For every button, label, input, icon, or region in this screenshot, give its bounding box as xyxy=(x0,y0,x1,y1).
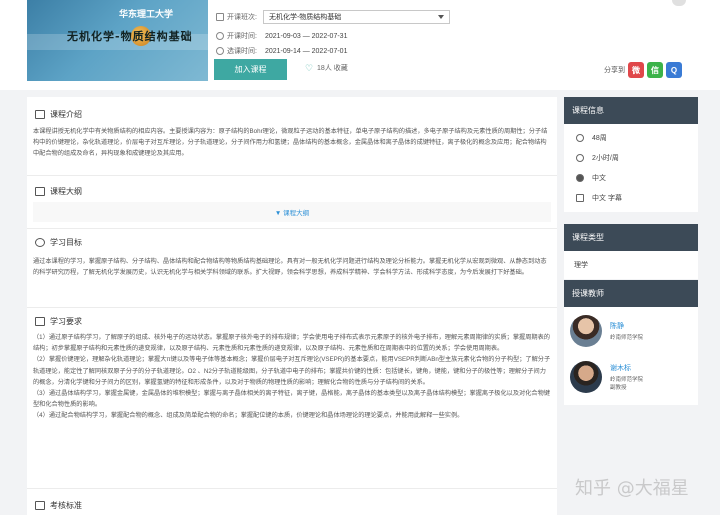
grid-icon xyxy=(35,187,45,196)
clock-icon xyxy=(216,47,224,55)
favorite-button[interactable]: ♡ 18人 收藏 xyxy=(305,63,348,73)
teacher-info: 陈静 岭南师范学院 xyxy=(610,321,643,341)
info-item-hours: 2小时/周 xyxy=(564,148,698,168)
requirement-item: （2）掌握价键理论，理解杂化轨道理论；掌握大π键以及等电子体等基本概念；掌握价层… xyxy=(33,356,551,386)
divider xyxy=(27,307,557,308)
requirement-item: （4）通过配合物结构学习，掌握配合物的概念、组成及简单配合物的命名；掌握配位键的… xyxy=(33,412,464,420)
intro-body: 本课程讲授无机化学中有关物质结构的相应内容。主要授课内容为：原子结构的Bohr理… xyxy=(33,128,548,158)
favorite-count: 18人 收藏 xyxy=(317,65,348,72)
class-row: 开课班次: 无机化学-物质结构基础 xyxy=(216,10,450,24)
info-hours-text: 2小时/周 xyxy=(592,155,619,162)
outline-heading: 课程大纲 xyxy=(35,186,82,197)
qzone-icon[interactable]: Q xyxy=(666,62,682,78)
share-label: 分享到 xyxy=(604,67,625,74)
course-type-card: 课程类型 理学 xyxy=(564,224,698,279)
globe-icon xyxy=(576,174,584,182)
course-main-panel: 课程介绍 本课程讲授无机化学中有关物质结构的相应内容。主要授课内容为：原子结构的… xyxy=(27,97,557,515)
info-item-weeks: 48周 xyxy=(564,128,698,148)
clock-icon xyxy=(576,134,584,142)
info-weeks-text: 48周 xyxy=(592,135,607,142)
teacher-list: 陈静 岭南师范学院 谢木标 岭南师范学院 副教授 xyxy=(564,307,698,405)
intro-heading: 课程介绍 xyxy=(35,109,82,120)
class-label: 开课班次: xyxy=(227,14,257,21)
monitor-icon xyxy=(216,13,224,21)
avatar xyxy=(570,361,602,393)
wechat-icon[interactable]: 信 xyxy=(647,62,663,78)
intro-title: 课程介绍 xyxy=(50,110,82,119)
teacher-name[interactable]: 谢木标 xyxy=(610,363,643,373)
teacher-org: 岭南师范学院 xyxy=(610,335,644,341)
watermark-text: 知乎 @大福星 xyxy=(575,478,689,499)
divider xyxy=(27,228,557,229)
course-cover-image: 华东理工大学 无机化学-物质结构基础 xyxy=(27,0,208,81)
course-info-list: 48周 2小时/周 中文 中文 字幕 xyxy=(564,124,698,212)
requirements-body: （1）通过原子结构学习，了解原子的组成、核外电子的运动状态。掌握原子核外电子的排… xyxy=(33,332,551,422)
goal-heading: 学习目标 xyxy=(35,237,82,248)
class-select-value: 无机化学-物质结构基础 xyxy=(268,14,342,21)
teachers-title: 授课教师 xyxy=(564,280,698,307)
list-icon xyxy=(35,317,45,326)
subtitle-icon xyxy=(576,194,584,202)
corner-tab xyxy=(672,0,686,6)
join-course-button[interactable]: 加入课程 xyxy=(214,59,287,80)
exam-heading: 考核标准 xyxy=(35,500,82,511)
cover-title-text: 无机化学-物质结构基础 xyxy=(67,30,193,43)
divider xyxy=(27,175,557,176)
teacher-name[interactable]: 陈静 xyxy=(610,321,643,331)
start-time-value: 2021-09-03 — 2022-07-31 xyxy=(264,32,348,40)
course-info-title: 课程信息 xyxy=(564,97,698,124)
course-type-title: 课程类型 xyxy=(564,224,698,251)
avatar xyxy=(570,315,602,347)
monitor-icon xyxy=(35,110,45,119)
course-header: 华东理工大学 无机化学-物质结构基础 开课班次: 无机化学-物质结构基础 开课时… xyxy=(0,0,720,90)
requirement-item: （3）通过晶体结构学习，掌握金属键，金属晶体的堆积模型；掌握与离子晶体相关的离子… xyxy=(33,390,550,409)
target-icon xyxy=(35,238,45,247)
info-item-subtitle: 中文 字幕 xyxy=(564,188,698,208)
chevron-down-icon xyxy=(437,15,444,19)
requirement-item: （1）通过原子结构学习，了解原子的组成、核外电子的运动状态。掌握原子核外电子的排… xyxy=(33,334,550,353)
teacher-org: 岭南师范学院 副教授 xyxy=(610,377,644,391)
requirements-heading: 学习要求 xyxy=(35,316,82,327)
exam-title: 考核标准 xyxy=(50,501,82,510)
cover-logo-text: 华东理工大学 xyxy=(119,10,174,20)
course-type-value: 理学 xyxy=(574,262,588,269)
weibo-icon[interactable]: 微 xyxy=(628,62,644,78)
start-time-label: 开课时间: xyxy=(227,33,257,40)
select-time-value: 2021-09-14 — 2022-07-01 xyxy=(264,47,348,55)
start-time-row: 开课时间: 2021-09-03 — 2022-07-31 xyxy=(216,31,347,41)
outline-title: 课程大纲 xyxy=(50,187,82,196)
divider xyxy=(27,488,557,489)
document-icon xyxy=(35,501,45,510)
info-subtitle-text: 中文 字幕 xyxy=(592,195,622,202)
goal-title: 学习目标 xyxy=(50,238,82,247)
timer-icon xyxy=(576,154,584,162)
teachers-card: 授课教师 陈静 岭南师范学院 谢木标 岭南师范学院 副教授 xyxy=(564,280,698,405)
goal-body: 通过本课程的学习，掌握原子结构、分子结构、晶体结构和配合物结构等物质结构基础理论… xyxy=(33,258,547,277)
select-time-row: 选课时间: 2021-09-14 — 2022-07-01 xyxy=(216,46,347,56)
outline-toggle[interactable]: ▼ 课程大纲 xyxy=(33,202,551,222)
teacher-item[interactable]: 谢木标 岭南师范学院 副教授 xyxy=(564,357,698,397)
teacher-item[interactable]: 陈静 岭南师范学院 xyxy=(564,311,698,351)
heart-icon: ♡ xyxy=(305,63,314,73)
teacher-info: 谢木标 岭南师范学院 副教授 xyxy=(610,363,643,391)
class-select[interactable]: 无机化学-物质结构基础 xyxy=(262,10,450,24)
info-item-language: 中文 xyxy=(564,168,698,188)
clock-icon xyxy=(216,32,224,40)
share-bar: 分享到 微 信 Q xyxy=(604,62,682,78)
select-time-label: 选课时间: xyxy=(227,48,257,55)
course-info-card: 课程信息 48周 2小时/周 中文 中文 字幕 xyxy=(564,97,698,212)
requirements-title: 学习要求 xyxy=(50,317,82,326)
info-language-text: 中文 xyxy=(592,175,606,182)
